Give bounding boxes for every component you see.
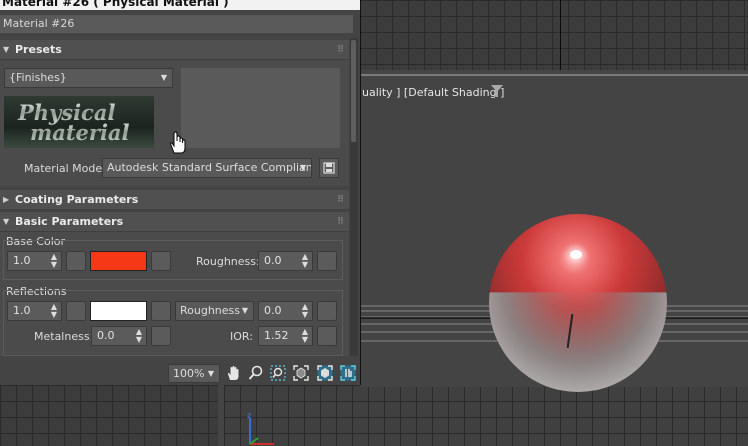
coating-title: Coating Parameters <box>15 193 139 206</box>
material-mode-value: Autodesk Standard Surface Compliant <box>107 161 312 174</box>
refl-mode-dropdown[interactable]: Roughness ▼ <box>175 301 254 321</box>
rollout-coating: ▶ Coating Parameters ⠿ <box>0 190 349 210</box>
refl-weight-value: 1.0 <box>13 304 31 317</box>
base-color-swatch[interactable] <box>90 251 147 271</box>
spinner-arrows-icon[interactable]: ▲ ▼ <box>302 303 308 319</box>
base-weight-spinner[interactable]: 1.0 ▲ ▼ <box>7 251 62 271</box>
zoom-dropdown[interactable]: 100% ▼ <box>168 364 220 383</box>
refl-roughness-spinner[interactable]: 0.0 ▲ ▼ <box>258 301 313 321</box>
ior-spinner[interactable]: 1.52 ▲ ▼ <box>258 326 313 346</box>
rollout-basic-parameters: ▼ Basic Parameters ⠿ Base Color 1.0 ▲ ▼ R… <box>0 212 349 356</box>
zoom-extents-icon[interactable] <box>293 365 309 381</box>
roughness-label: Roughness: <box>196 255 260 268</box>
metalness-label: Metalness: <box>34 330 94 343</box>
chevron-down-icon: ▼ <box>299 163 306 172</box>
svg-text:z: z <box>247 412 251 420</box>
roughness-map-button[interactable] <box>317 251 337 271</box>
editor-bottom-toolbar: 100% ▼ <box>0 362 360 385</box>
refl-color-swatch[interactable] <box>90 301 147 321</box>
sphere-highlight <box>570 250 582 259</box>
pan-hand-icon[interactable] <box>226 365 242 381</box>
material-mode-label: Material Mode: <box>24 162 106 175</box>
refl-weight-map-button[interactable] <box>66 301 86 321</box>
roughness-value: 0.0 <box>264 254 282 267</box>
filter-icon[interactable] <box>491 85 503 97</box>
floppy-disk-icon <box>323 162 335 174</box>
viewport-axis-line <box>560 0 561 70</box>
physical-material-logo: Physical material <box>4 96 154 148</box>
refl-mode-value: Roughness <box>180 304 241 317</box>
refl-color-map-button[interactable] <box>151 301 171 321</box>
zoom-magnifier-icon[interactable] <box>248 365 264 381</box>
zoom-extents-selected-icon[interactable] <box>317 365 333 381</box>
base-weight-map-button[interactable] <box>66 251 86 271</box>
presets-title: Presets <box>15 43 62 56</box>
zoom-value: 100% <box>173 367 205 380</box>
metalness-map-button[interactable] <box>151 326 171 346</box>
collapse-arrow-icon: ▼ <box>3 45 10 54</box>
hand-cursor-icon <box>170 131 186 154</box>
rollout-panel: ▼ Presets ⠿ {Finishes} ▼ Physical materi… <box>0 38 349 356</box>
window-title[interactable]: Material #26 ( Physical Material ) <box>0 0 360 10</box>
viewport-top[interactable] <box>360 0 748 70</box>
refl-roughness-map-button[interactable] <box>317 301 337 321</box>
ior-map-button[interactable] <box>317 326 337 346</box>
grip-icon: ⠿ <box>336 45 344 55</box>
viewport-bottom-right[interactable] <box>224 385 748 446</box>
material-name-field[interactable]: Material #26 <box>0 15 353 33</box>
spinner-arrows-icon[interactable]: ▲ ▼ <box>136 328 142 344</box>
base-color-map-button[interactable] <box>151 251 171 271</box>
chevron-down-icon: ▼ <box>241 306 248 315</box>
material-editor-window[interactable]: Material #26 ( Physical Material ) Mater… <box>0 0 360 385</box>
viewport-label[interactable]: uality ] [Default Shading ] <box>362 86 504 99</box>
logo-graphic: Physical material <box>17 100 130 145</box>
axis-gizmo-icon: z <box>247 412 274 445</box>
grip-icon: ⠿ <box>336 195 344 205</box>
collapse-arrow-icon: ▼ <box>3 217 10 226</box>
refl-roughness-value: 0.0 <box>264 304 282 317</box>
chevron-down-icon: ▼ <box>207 369 214 378</box>
scrollbar-thumb[interactable] <box>351 40 356 142</box>
roughness-spinner[interactable]: 0.0 ▲ ▼ <box>258 251 313 271</box>
metalness-spinner[interactable]: 0.0 ▲ ▼ <box>91 326 147 346</box>
ior-value: 1.52 <box>264 329 289 342</box>
metalness-value: 0.0 <box>97 329 115 342</box>
basic-header[interactable]: ▼ Basic Parameters ⠿ <box>0 212 349 232</box>
viewport-bottom-left[interactable] <box>0 385 218 446</box>
sphere-reflection <box>489 292 667 392</box>
spinner-arrows-icon[interactable]: ▲ ▼ <box>51 253 57 269</box>
chevron-down-icon: ▼ <box>160 73 167 82</box>
reflections-group <box>3 290 343 356</box>
fit-view-icon[interactable] <box>340 365 356 381</box>
coating-header[interactable]: ▶ Coating Parameters ⠿ <box>0 190 349 210</box>
grip-icon: ⠿ <box>336 217 344 227</box>
rollout-scrollbar[interactable] <box>350 38 358 356</box>
expand-arrow-icon: ▶ <box>3 195 10 204</box>
spinner-arrows-icon[interactable]: ▲ ▼ <box>51 303 57 319</box>
basic-title: Basic Parameters <box>15 215 124 228</box>
base-weight-value: 1.0 <box>13 254 31 267</box>
spinner-arrows-icon[interactable]: ▲ ▼ <box>302 253 308 269</box>
save-preset-button[interactable] <box>319 158 339 178</box>
rollout-presets: ▼ Presets ⠿ {Finishes} ▼ Physical materi… <box>0 40 349 186</box>
spinner-arrows-icon[interactable]: ▲ ▼ <box>302 328 308 344</box>
presets-dropdown[interactable]: {Finishes} ▼ <box>4 68 173 88</box>
presets-dropdown-value: {Finishes} <box>9 71 67 84</box>
logo-line2: material <box>30 120 130 145</box>
material-preview-sphere[interactable] <box>489 214 667 392</box>
presets-header[interactable]: ▼ Presets ⠿ <box>0 40 349 60</box>
ior-label: IOR: <box>230 330 253 343</box>
viewport-perspective[interactable]: uality ] [Default Shading ] <box>360 74 748 392</box>
zoom-region-icon[interactable] <box>270 365 286 381</box>
preset-preview <box>181 68 340 148</box>
material-mode-dropdown[interactable]: Autodesk Standard Surface Compliant ▼ <box>102 158 312 178</box>
refl-weight-spinner[interactable]: 1.0 ▲ ▼ <box>7 301 62 321</box>
